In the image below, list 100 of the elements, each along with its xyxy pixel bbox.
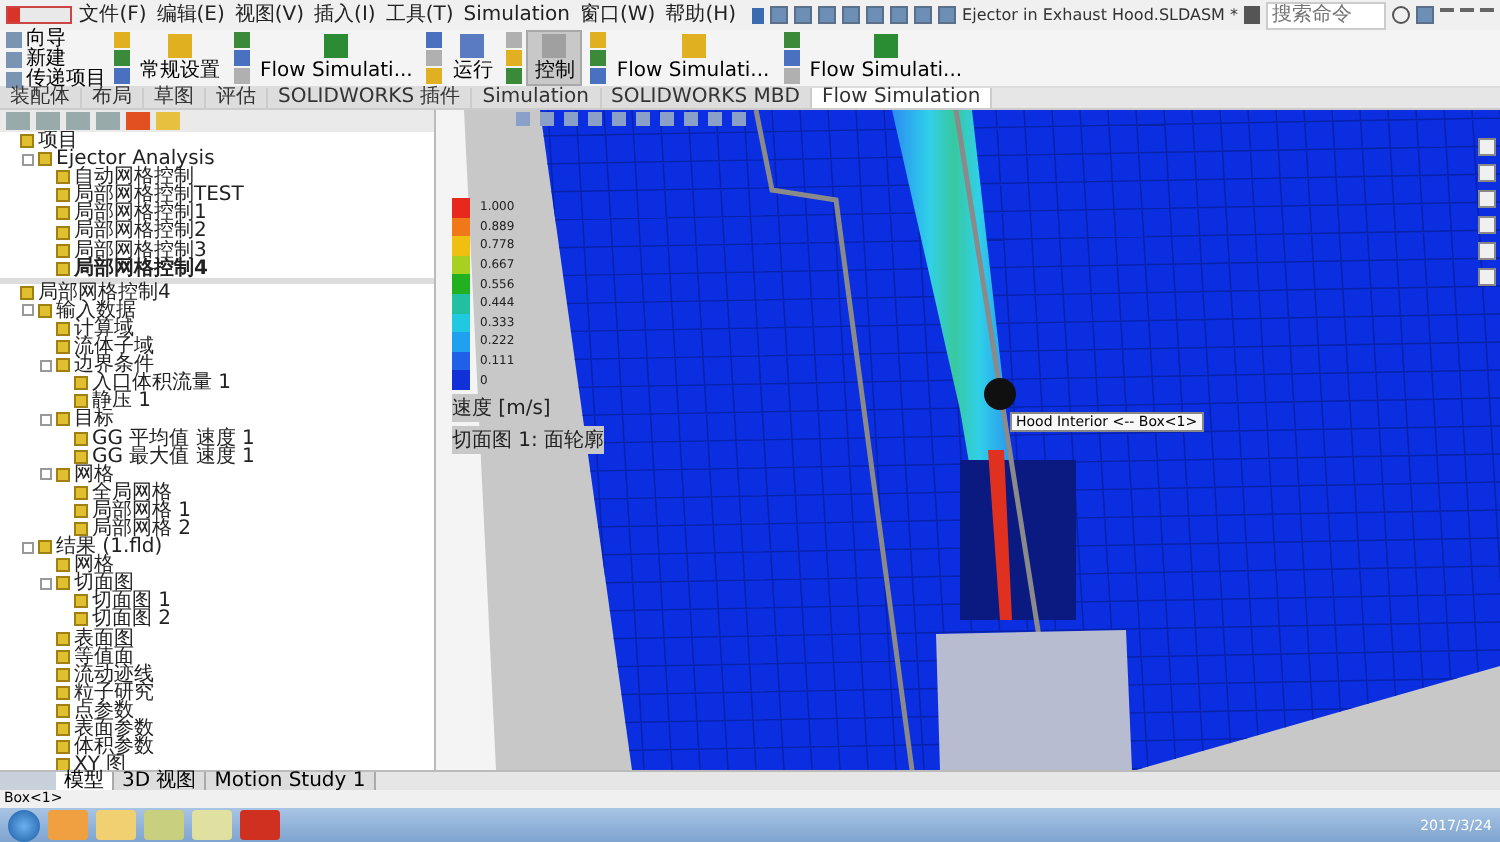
collapse-icon[interactable] bbox=[40, 468, 52, 481]
menu-item[interactable]: 文件(F) bbox=[77, 3, 149, 27]
start-icon[interactable] bbox=[8, 809, 40, 841]
collapse-icon[interactable] bbox=[22, 153, 34, 166]
menu-item[interactable]: 插入(I) bbox=[312, 3, 378, 27]
tool-icon bbox=[168, 34, 192, 58]
view-tab[interactable]: Motion Study 1 bbox=[206, 772, 376, 790]
tree-item[interactable]: 边界条件 bbox=[74, 356, 154, 375]
ribbon-button[interactable]: 运行 bbox=[446, 30, 499, 86]
menu-item[interactable]: 视图(V) bbox=[232, 3, 307, 27]
tree-item[interactable]: 静压 1 bbox=[92, 392, 152, 411]
tree-item[interactable]: 局部网格控制3 bbox=[74, 241, 207, 260]
menu-item[interactable]: 工具(T) bbox=[383, 3, 456, 27]
logo-icon bbox=[6, 6, 72, 24]
tree-node-icon bbox=[56, 358, 70, 373]
tree-node-icon bbox=[56, 576, 70, 591]
tree-item[interactable]: 流动迹线 bbox=[74, 665, 154, 684]
ribbon-button[interactable]: 控制 bbox=[526, 30, 583, 86]
view-tab[interactable]: 模型 bbox=[56, 772, 114, 790]
tree-item[interactable]: 体积参数 bbox=[74, 738, 154, 757]
tree-item[interactable]: 项目 bbox=[38, 132, 78, 151]
tool-icon bbox=[681, 34, 706, 58]
tree-item[interactable]: 局部网格控制2 bbox=[74, 222, 207, 242]
tree-item[interactable]: 点参数 bbox=[74, 701, 134, 720]
tree-item[interactable]: GG 平均值 速度 1 bbox=[92, 429, 255, 448]
collapse-icon[interactable] bbox=[40, 413, 52, 426]
tree-item[interactable]: 输入数据 bbox=[56, 301, 136, 320]
tree-node-icon bbox=[56, 467, 70, 482]
command-tab[interactable]: 布局 bbox=[82, 88, 144, 108]
ribbon-button[interactable]: Flow Simulati... bbox=[803, 30, 969, 86]
ribbon-button[interactable]: Flow Simulati... bbox=[254, 30, 419, 86]
menu-item[interactable]: 窗口(W) bbox=[578, 3, 658, 27]
tree-item[interactable]: 切面图 bbox=[74, 574, 134, 593]
collapse-icon[interactable] bbox=[22, 304, 34, 317]
tree-item[interactable]: 粒子研究 bbox=[74, 683, 154, 702]
tree-item[interactable]: 等值面 bbox=[74, 647, 134, 666]
command-tab[interactable]: Simulation bbox=[472, 88, 602, 108]
collapse-icon[interactable] bbox=[40, 577, 52, 590]
ribbon-button[interactable]: 常规设置 bbox=[134, 30, 226, 86]
tree-item[interactable]: 局部网格控制4 bbox=[74, 259, 208, 278]
legend-unit: 速度 [m/s] bbox=[452, 393, 551, 422]
tree-item[interactable]: 入口体积流量 1 bbox=[92, 374, 232, 393]
tree-node-icon bbox=[20, 285, 34, 300]
tree-node-icon bbox=[56, 321, 70, 336]
tree-item[interactable]: 局部网格控制TEST bbox=[74, 186, 244, 205]
command-tab[interactable]: 装配体 bbox=[0, 88, 82, 108]
tree-node-icon bbox=[56, 685, 70, 700]
menu-item[interactable]: 编辑(E) bbox=[154, 3, 227, 27]
command-tab[interactable]: Flow Simulation bbox=[811, 88, 993, 108]
tree-node-icon bbox=[56, 206, 70, 221]
tree-node-icon bbox=[74, 431, 88, 446]
pin-icon[interactable] bbox=[752, 7, 765, 23]
collapse-icon[interactable] bbox=[22, 541, 34, 554]
tree-item[interactable]: GG 最大值 速度 1 bbox=[92, 447, 255, 466]
tree-node-icon bbox=[74, 449, 88, 464]
tree-node-icon bbox=[20, 134, 34, 149]
tree-item[interactable]: 局部网格控制1 bbox=[74, 204, 207, 223]
cursor-highlight-icon bbox=[984, 378, 1016, 410]
collapse-icon[interactable] bbox=[40, 359, 52, 372]
tree-item[interactable]: 切面图 1 bbox=[92, 592, 172, 611]
ribbon-button[interactable]: 新建 bbox=[6, 50, 106, 70]
ribbon-button[interactable]: Flow Simulati... bbox=[610, 30, 776, 86]
command-tab[interactable]: 草图 bbox=[144, 88, 206, 108]
tree-item[interactable]: 计算域 bbox=[74, 319, 134, 339]
tree-node-icon bbox=[56, 340, 70, 355]
tree-node-icon bbox=[38, 303, 52, 318]
tree-item[interactable]: 局部网格 1 bbox=[92, 501, 192, 520]
tree-item[interactable]: 表面参数 bbox=[74, 720, 154, 739]
command-tab[interactable]: SOLIDWORKS 插件 bbox=[268, 88, 473, 108]
search-field[interactable]: 搜索命令 bbox=[1266, 1, 1386, 29]
tree-item[interactable]: 局部网格 2 bbox=[92, 519, 192, 539]
tree-node-icon bbox=[56, 740, 70, 755]
command-tab[interactable]: SOLIDWORKS MBD bbox=[601, 88, 812, 108]
tree-item[interactable]: 全局网格 bbox=[92, 483, 172, 502]
tree-item[interactable]: 局部网格控制4 bbox=[38, 283, 171, 302]
tree-node-icon bbox=[74, 612, 88, 627]
tool-icon bbox=[460, 34, 485, 58]
tree-node-icon bbox=[56, 558, 70, 573]
tree-item[interactable]: 切面图 2 bbox=[92, 610, 172, 630]
tree-item[interactable]: 自动网格控制 bbox=[74, 168, 194, 187]
ribbon-button[interactable]: 向导 bbox=[6, 30, 106, 50]
tree-node-icon bbox=[56, 412, 70, 427]
tree-node-icon bbox=[74, 394, 88, 409]
tree-node-icon bbox=[74, 485, 88, 500]
tree-item[interactable]: 网格 bbox=[74, 465, 114, 484]
tree-node-icon bbox=[74, 376, 88, 391]
tool-icon bbox=[542, 34, 567, 58]
view-tab[interactable]: 3D 视图 bbox=[114, 772, 207, 790]
command-tab[interactable]: 评估 bbox=[206, 88, 268, 108]
tree-item[interactable]: 网格 bbox=[74, 556, 114, 575]
menu-item[interactable]: 帮助(H) bbox=[663, 3, 739, 27]
tree-item[interactable]: 流体子域 bbox=[74, 338, 154, 357]
tree-item[interactable]: 表面图 bbox=[74, 629, 134, 648]
tool-icon bbox=[324, 34, 349, 58]
tree-item[interactable]: 目标 bbox=[74, 410, 114, 429]
tree-node-icon bbox=[56, 170, 70, 185]
tree-node-icon bbox=[56, 225, 70, 240]
tree-item[interactable]: Ejector Analysis bbox=[56, 150, 215, 169]
menu-item[interactable]: Simulation bbox=[461, 3, 573, 27]
search-icon[interactable] bbox=[1392, 6, 1410, 24]
